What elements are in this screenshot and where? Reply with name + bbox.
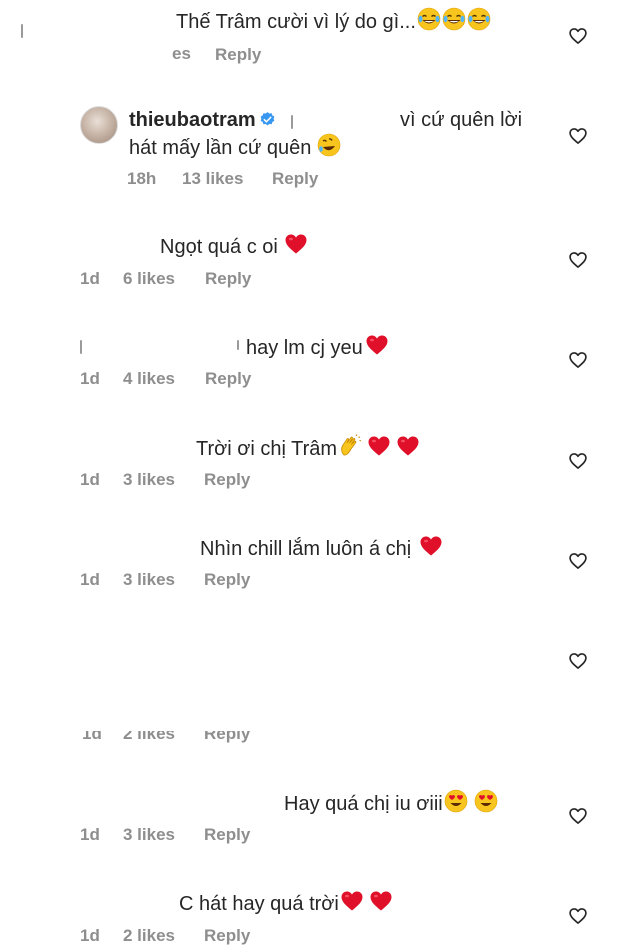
comment-body-continued: hát mấy lần cứ quên: [129, 137, 312, 159]
blurred-avatar-edge: [21, 24, 23, 38]
joy-emoji: [417, 7, 441, 31]
like-heart-icon[interactable]: [568, 551, 588, 571]
comment-text: Thế Trâm cười vì lý do gì...: [176, 7, 491, 34]
username[interactable]: thieubaotram: [129, 109, 256, 131]
comment-likes[interactable]: 3 likes: [123, 469, 175, 491]
like-heart-icon[interactable]: [568, 350, 588, 370]
comment-meta: Reply: [0, 44, 300, 66]
comment-text: Trời ơi chị Trâm: [196, 434, 420, 461]
blurred-avatar-edge: [80, 340, 82, 354]
reply-button[interactable]: Reply: [272, 168, 318, 190]
comment-meta: 1d 2 likes Reply: [0, 925, 300, 947]
comment-likes[interactable]: 3 likes: [123, 824, 175, 846]
reply-button[interactable]: Reply: [205, 268, 251, 290]
comment-text: hay lm cj yeu: [246, 333, 389, 360]
comment-body: vì cứ quên lời: [400, 109, 523, 131]
reply-button[interactable]: Reply: [204, 731, 250, 745]
comment-body: Ngọt quá c oi: [160, 236, 278, 258]
comment-likes[interactable]: 4 likes: [123, 368, 175, 390]
comment-time: 1d: [80, 926, 100, 945]
verified-badge-icon: [260, 112, 274, 126]
heart-emoji: [367, 434, 391, 458]
avatar[interactable]: [80, 106, 118, 144]
heart-emoji: [419, 534, 443, 558]
like-heart-icon[interactable]: [568, 806, 588, 826]
comment-meta: 1d 3 likes Reply: [0, 469, 300, 491]
comment-body: Trời ơi chị Trâm: [196, 438, 338, 460]
comment-time: 1d: [80, 470, 100, 489]
reply-button[interactable]: Reply: [204, 824, 250, 846]
heart-eyes-emoji: [444, 789, 468, 813]
heart-emoji: [284, 232, 308, 256]
comment-time: 1d: [82, 731, 102, 743]
comment-time: 1d: [80, 369, 100, 388]
reply-button[interactable]: Reply: [215, 44, 261, 66]
comment-likes[interactable]: 3 likes: [123, 569, 175, 591]
joy-emoji: [467, 7, 491, 31]
heart-emoji: [340, 889, 364, 913]
rofl-emoji: [317, 133, 341, 157]
comment-text: C hát hay quá trời: [179, 889, 393, 916]
comment-text: Ngọt quá c oi: [160, 232, 308, 259]
comment-body: Hay quá chị iu ơiii: [284, 793, 443, 815]
comment-body: Thế Trâm cười vì lý do gì...: [176, 11, 416, 33]
comment-meta: 1d 3 likes Reply: [0, 569, 300, 591]
like-heart-icon[interactable]: [568, 26, 588, 46]
comment-body: hay lm cj yeu: [246, 337, 363, 359]
comment-likes[interactable]: 2 likes: [123, 925, 175, 947]
comment-text: Hay quá chị iu ơiii: [284, 789, 498, 816]
comment-meta: 1d 3 likes Reply: [0, 824, 300, 846]
comment-likes[interactable]: 6 likes: [123, 268, 175, 290]
comment-meta: 18h 13 likes Reply: [0, 168, 400, 190]
reply-button[interactable]: Reply: [205, 368, 251, 390]
comment-time: 1d: [80, 825, 100, 844]
comment-time: 1d: [80, 269, 100, 288]
blurred-username-edge: [237, 340, 239, 350]
like-heart-icon[interactable]: [568, 250, 588, 270]
heart-emoji: [369, 889, 393, 913]
like-heart-icon[interactable]: [568, 906, 588, 926]
blurred-mention-edge: [291, 115, 293, 129]
comment-likes[interactable]: 2 likes: [123, 731, 175, 745]
comment-body: Nhìn chill lắm luôn á chị: [200, 538, 412, 560]
heart-emoji: [396, 434, 420, 458]
comment-meta: 1d 4 likes Reply: [0, 368, 300, 390]
like-heart-icon[interactable]: [568, 451, 588, 471]
reply-button[interactable]: Reply: [204, 925, 250, 947]
comment-body-line2: hát mấy lần cứ quên: [129, 133, 341, 160]
comment-time: 1d: [80, 570, 100, 589]
clap-emoji: [338, 434, 362, 458]
joy-emoji: [442, 7, 466, 31]
heart-eyes-emoji: [474, 789, 498, 813]
like-heart-icon[interactable]: [568, 651, 588, 671]
comment-body: C hát hay quá trời: [179, 893, 339, 915]
comment-text: thieubaotram: [129, 108, 276, 132]
comment-text: Nhìn chill lắm luôn á chị: [200, 534, 443, 561]
comment-time: 18h: [127, 169, 157, 188]
cropped-meta-row: 1d 2 likes Reply: [0, 731, 300, 745]
comment-likes[interactable]: 13 likes: [182, 168, 243, 190]
comment-meta: 1d 6 likes Reply: [0, 268, 300, 290]
heart-emoji: [365, 333, 389, 357]
reply-button[interactable]: Reply: [204, 569, 250, 591]
like-heart-icon[interactable]: [568, 126, 588, 146]
reply-button[interactable]: Reply: [204, 469, 250, 491]
